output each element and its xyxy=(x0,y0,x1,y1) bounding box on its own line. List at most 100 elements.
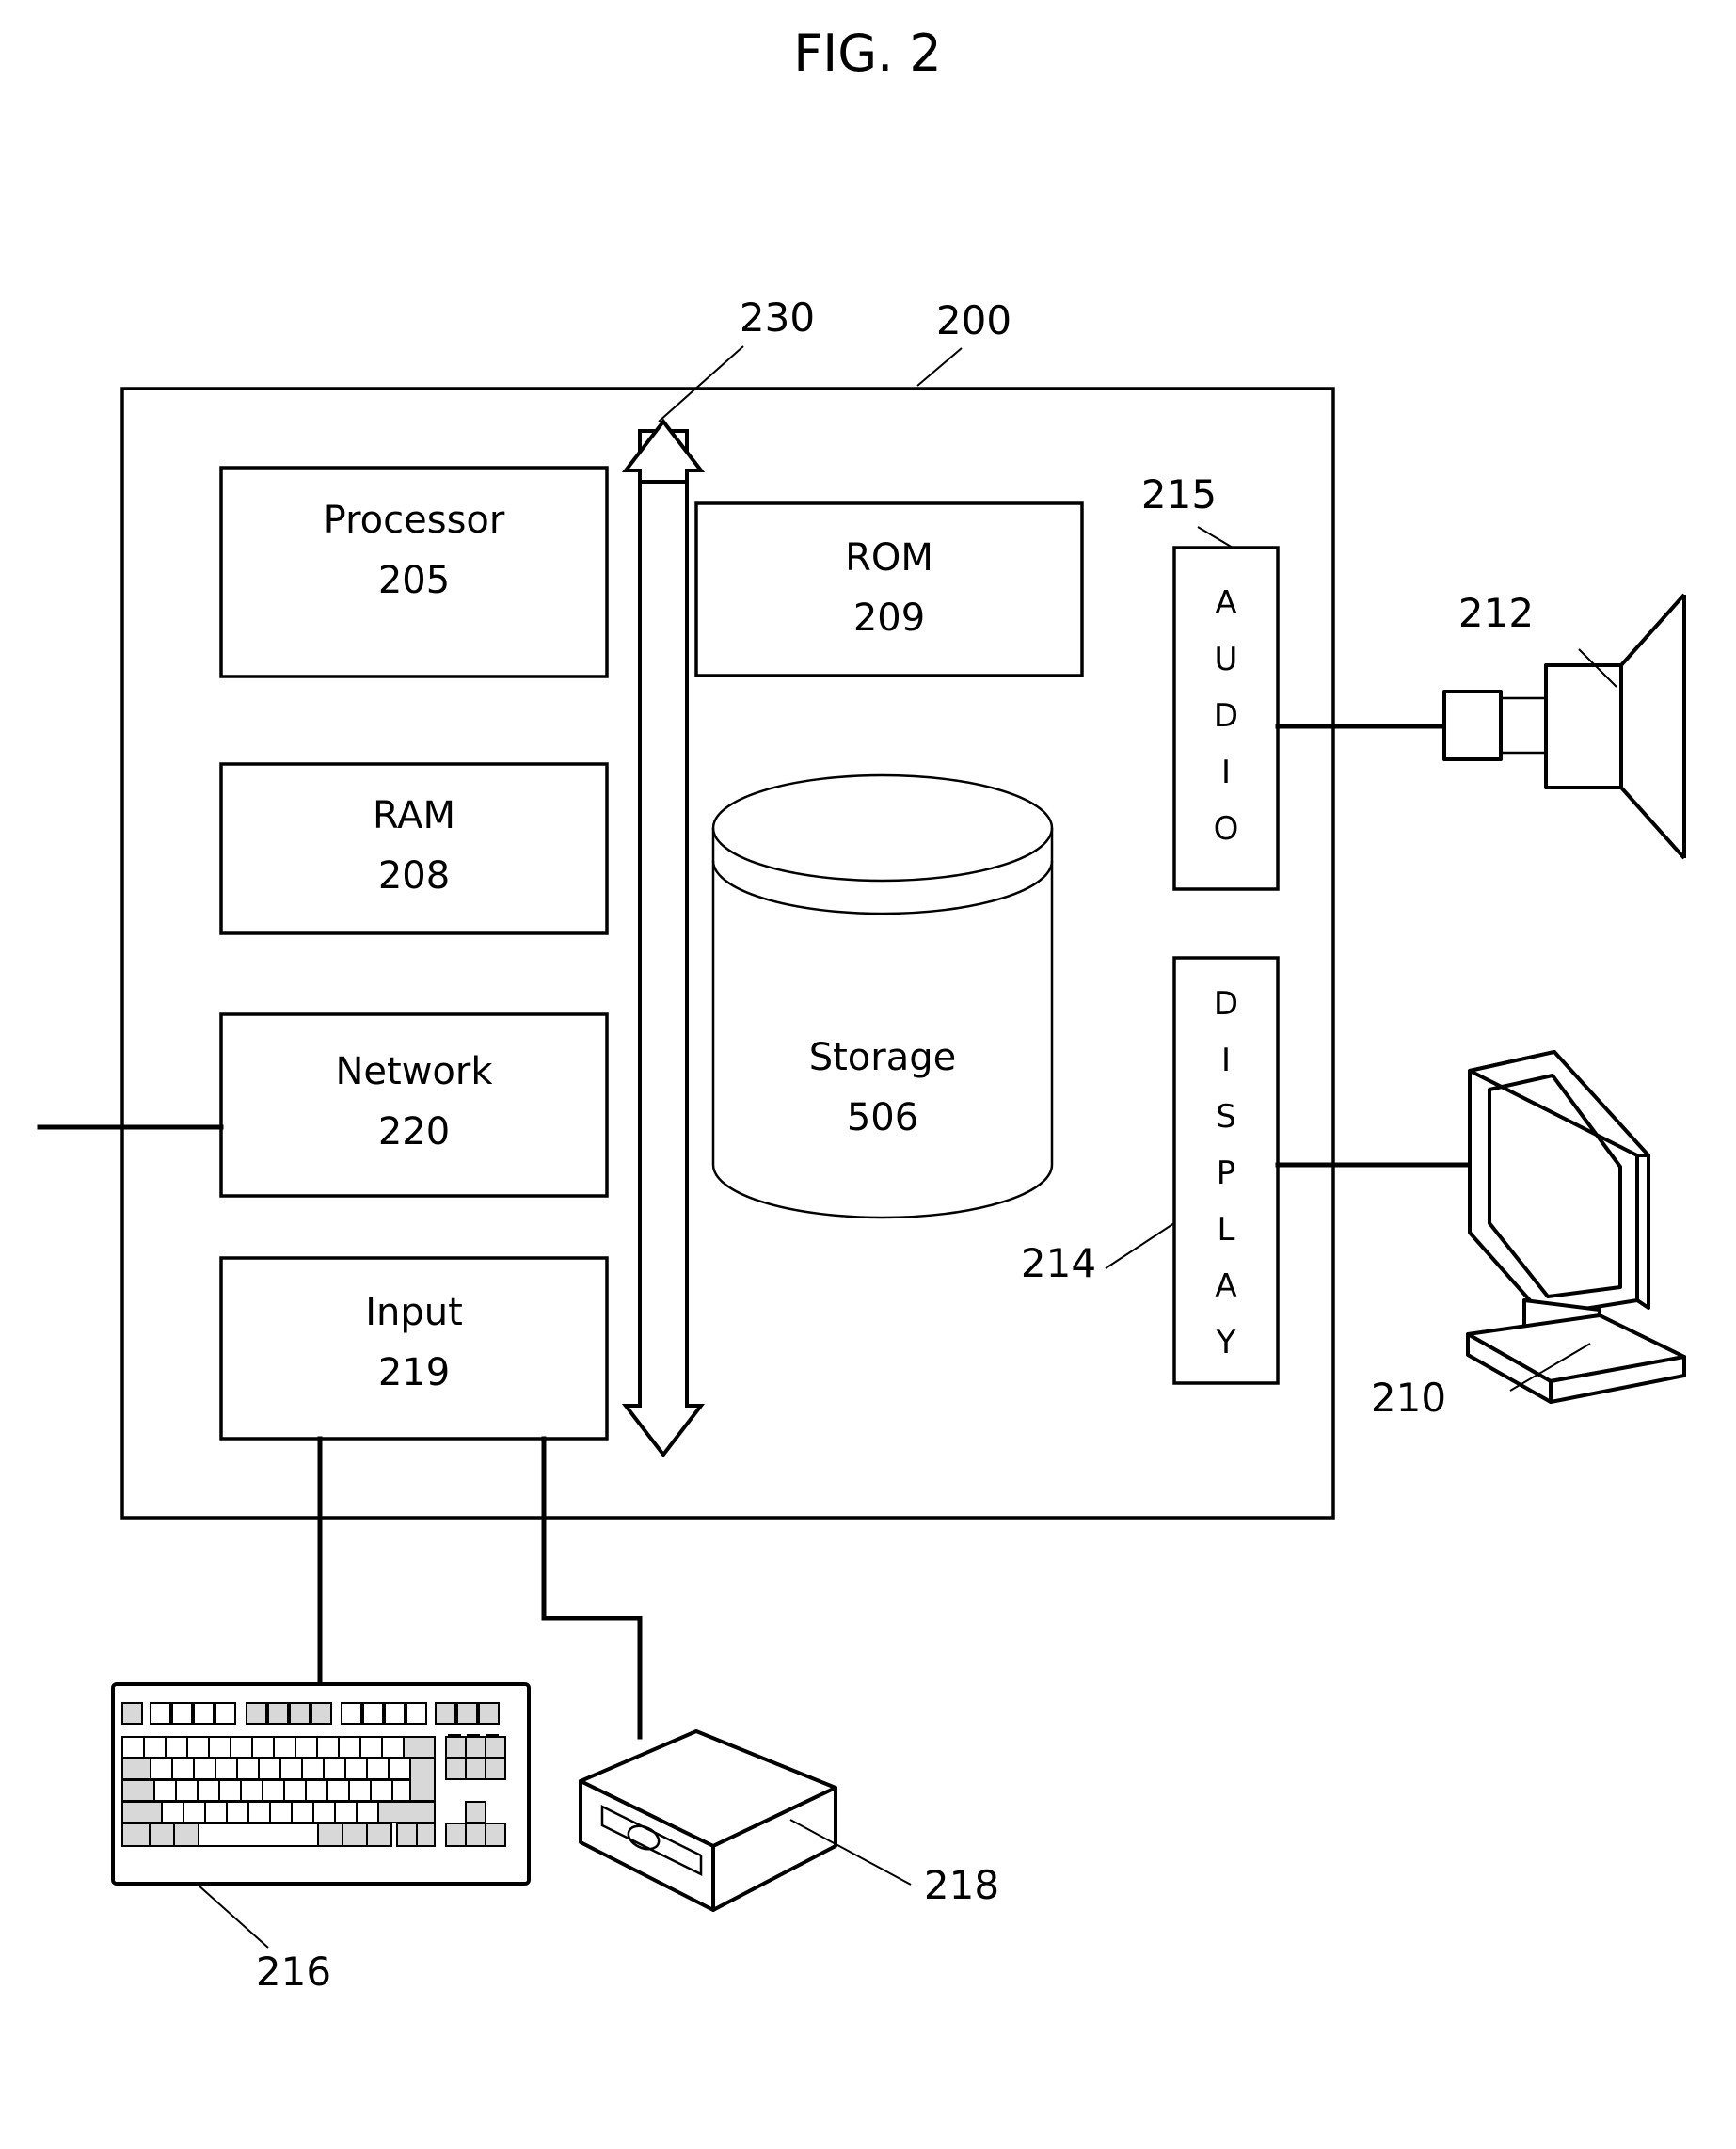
keyboard-key-arrow-right[interactable] xyxy=(485,1823,506,1847)
block-audio-letter-0: A xyxy=(1215,584,1236,622)
keyboard-key[interactable] xyxy=(153,1779,177,1802)
keyboard-key-delete[interactable] xyxy=(445,1758,467,1780)
keyboard-key[interactable] xyxy=(289,1702,311,1725)
keyboard-key-shift-right[interactable] xyxy=(377,1801,436,1823)
keyboard-key[interactable] xyxy=(305,1779,328,1802)
keyboard-key[interactable] xyxy=(388,1758,411,1780)
keyboard-key-end[interactable] xyxy=(465,1758,486,1780)
keyboard-key-menu[interactable] xyxy=(366,1823,392,1847)
keyboard-key[interactable] xyxy=(247,1801,271,1823)
keyboard-key[interactable] xyxy=(273,1736,296,1759)
keyboard-key-home[interactable] xyxy=(465,1736,486,1759)
keyboard-key-shift[interactable] xyxy=(121,1801,163,1823)
keyboard-key-ctrl-right[interactable] xyxy=(416,1823,436,1847)
block-network: Network 220 xyxy=(219,1012,609,1198)
keyboard-key[interactable] xyxy=(236,1758,260,1780)
keyboard-key[interactable] xyxy=(251,1736,275,1759)
keyboard-key-enter[interactable] xyxy=(409,1758,436,1802)
keyboard-key[interactable] xyxy=(384,1702,406,1725)
block-storage-rim xyxy=(711,860,1054,915)
keyboard-key[interactable] xyxy=(204,1801,228,1823)
keyboard-key[interactable] xyxy=(301,1758,325,1780)
block-input-name: Input xyxy=(365,1291,463,1334)
keyboard-key-ctrl[interactable] xyxy=(121,1823,151,1847)
keyboard-key-tab[interactable] xyxy=(121,1758,151,1780)
keyboard-key-alt-right[interactable] xyxy=(317,1823,343,1847)
keyboard-key[interactable] xyxy=(240,1779,263,1802)
keyboard-key-arrow-down[interactable] xyxy=(465,1823,486,1847)
keyboard-key[interactable] xyxy=(362,1702,384,1725)
keyboard-key[interactable] xyxy=(396,1823,418,1847)
keyboard-key[interactable] xyxy=(186,1736,210,1759)
keyboard-key[interactable] xyxy=(391,1779,411,1802)
keyboard-key[interactable] xyxy=(344,1758,368,1780)
keyboard-key-space[interactable] xyxy=(198,1823,319,1847)
keyboard-key[interactable] xyxy=(171,1758,195,1780)
keyboard-key[interactable] xyxy=(295,1736,318,1759)
keyboard-key-win-right[interactable] xyxy=(342,1823,368,1847)
keyboard-key[interactable] xyxy=(381,1736,405,1759)
keyboard-key[interactable] xyxy=(356,1801,379,1823)
keyboard-key[interactable] xyxy=(193,1702,215,1725)
keyboard-key[interactable] xyxy=(183,1801,206,1823)
keyboard-key[interactable] xyxy=(269,1801,293,1823)
keyboard-key-arrow-up[interactable] xyxy=(465,1801,486,1823)
keyboard-key[interactable] xyxy=(366,1758,390,1780)
ref-label-218: 218 xyxy=(924,1862,999,1908)
keyboard-key[interactable] xyxy=(262,1779,285,1802)
keyboard-key[interactable] xyxy=(370,1779,393,1802)
keyboard-key[interactable] xyxy=(316,1736,340,1759)
keyboard-key-alt[interactable] xyxy=(173,1823,199,1847)
keyboard-key[interactable] xyxy=(435,1702,456,1725)
keyboard-key[interactable] xyxy=(150,1758,173,1780)
block-audio-letter-1: U xyxy=(1215,641,1238,678)
block-rom-ref: 209 xyxy=(853,597,925,640)
keyboard-key[interactable] xyxy=(226,1801,249,1823)
ref-label-200: 200 xyxy=(936,297,1011,343)
keyboard-key[interactable] xyxy=(165,1736,188,1759)
keyboard-key[interactable] xyxy=(291,1801,314,1823)
keyboard-key[interactable] xyxy=(143,1736,167,1759)
keyboard-key[interactable] xyxy=(359,1736,383,1759)
keyboard-key[interactable] xyxy=(218,1779,242,1802)
keyboard-key[interactable] xyxy=(406,1702,427,1725)
keyboard-key[interactable] xyxy=(456,1702,478,1725)
keyboard-key-win[interactable] xyxy=(149,1823,175,1847)
block-display-letter-2: S xyxy=(1216,1098,1236,1136)
leader-line-230 xyxy=(658,345,744,422)
keyboard-key[interactable] xyxy=(150,1702,171,1725)
keyboard-key[interactable] xyxy=(175,1779,199,1802)
keyboard-key[interactable] xyxy=(311,1702,332,1725)
keyboard-key[interactable] xyxy=(121,1736,145,1759)
keyboard-key[interactable] xyxy=(193,1758,216,1780)
keyboard-key[interactable] xyxy=(171,1702,193,1725)
keyboard-key[interactable] xyxy=(326,1779,350,1802)
keyboard-key[interactable] xyxy=(267,1702,289,1725)
keyboard-key[interactable] xyxy=(230,1736,253,1759)
keyboard-key[interactable] xyxy=(258,1758,281,1780)
keyboard-key-pgdn[interactable] xyxy=(485,1758,506,1780)
keyboard-key[interactable] xyxy=(121,1702,143,1725)
keyboard-key[interactable] xyxy=(161,1801,184,1823)
keyboard-key[interactable] xyxy=(323,1758,346,1780)
keyboard-key[interactable] xyxy=(478,1702,500,1725)
keyboard-key[interactable] xyxy=(283,1779,307,1802)
keyboard-key[interactable] xyxy=(341,1702,362,1725)
keyboard-key[interactable] xyxy=(334,1801,358,1823)
block-processor: Processor 205 xyxy=(219,466,609,678)
keyboard-key[interactable] xyxy=(348,1779,372,1802)
keyboard-key-pgup[interactable] xyxy=(485,1736,506,1759)
keyboard-key[interactable] xyxy=(279,1758,303,1780)
keyboard-key-arrow-left[interactable] xyxy=(445,1823,467,1847)
keyboard-key[interactable] xyxy=(197,1779,220,1802)
keyboard-key[interactable] xyxy=(208,1736,231,1759)
keyboard-key[interactable] xyxy=(312,1801,336,1823)
keyboard-key[interactable] xyxy=(215,1702,236,1725)
keyboard-key[interactable] xyxy=(215,1758,238,1780)
keyboard-key[interactable] xyxy=(338,1736,361,1759)
keyboard-key[interactable] xyxy=(246,1702,267,1725)
leader-line-216 xyxy=(197,1884,269,1949)
keyboard-key-backspace[interactable] xyxy=(403,1736,436,1759)
keyboard-key-caps[interactable] xyxy=(121,1779,155,1802)
keyboard-key-insert[interactable] xyxy=(445,1736,467,1759)
